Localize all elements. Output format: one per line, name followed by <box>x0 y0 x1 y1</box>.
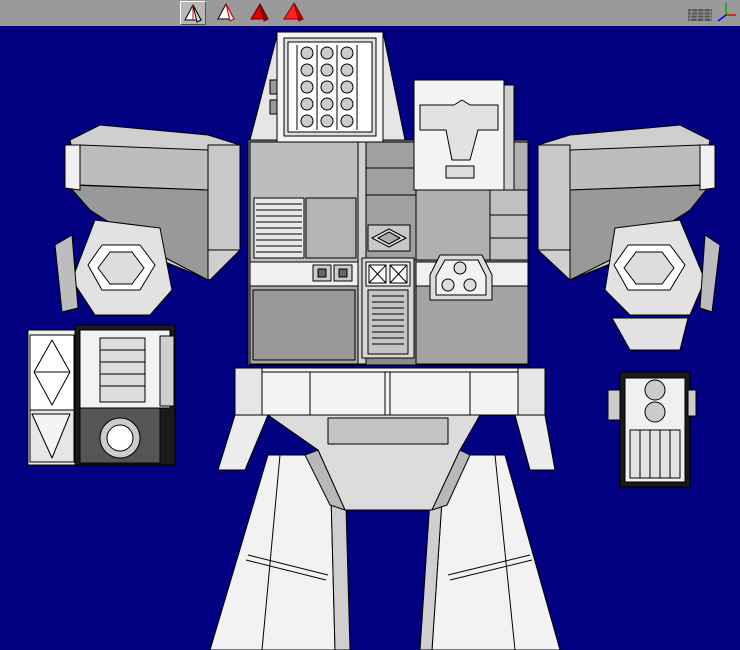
render-mode-flat-button[interactable] <box>214 1 238 23</box>
mech-model <box>27 31 721 650</box>
left-elbow-joint <box>54 219 173 316</box>
render-mode-textured-button[interactable] <box>282 1 306 23</box>
missile-tubes <box>300 46 354 128</box>
cockpit <box>413 79 515 191</box>
left-forearm-pod <box>27 324 176 466</box>
toolbar <box>0 0 740 27</box>
missile-launcher <box>249 31 406 143</box>
grid-plane-icon <box>688 8 712 22</box>
right-hand <box>607 371 697 488</box>
grid-toggle-button[interactable] <box>688 1 712 23</box>
textured-pyramid-icon <box>283 2 304 22</box>
flat-pyramid-icon <box>217 2 235 22</box>
render-mode-wireframe-button[interactable] <box>180 1 206 25</box>
render-mode-shaded-button[interactable] <box>248 1 272 23</box>
axes-toggle-button[interactable] <box>714 1 738 23</box>
axes-icon <box>717 3 736 22</box>
right-elbow-joint <box>604 219 721 351</box>
waist-band <box>234 367 546 416</box>
shaded-pyramid-icon <box>250 2 269 22</box>
wire-pyramid-icon <box>184 3 202 23</box>
3d-viewport[interactable] <box>0 26 740 650</box>
